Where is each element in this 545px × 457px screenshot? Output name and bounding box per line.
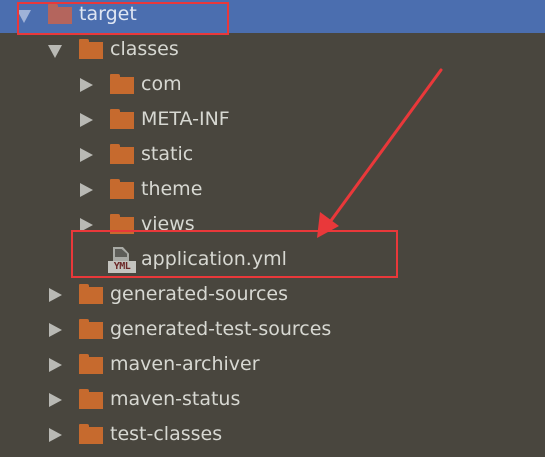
- annotation-arrow-shaft: [328, 68, 443, 224]
- annotation-arrow: [317, 68, 443, 238]
